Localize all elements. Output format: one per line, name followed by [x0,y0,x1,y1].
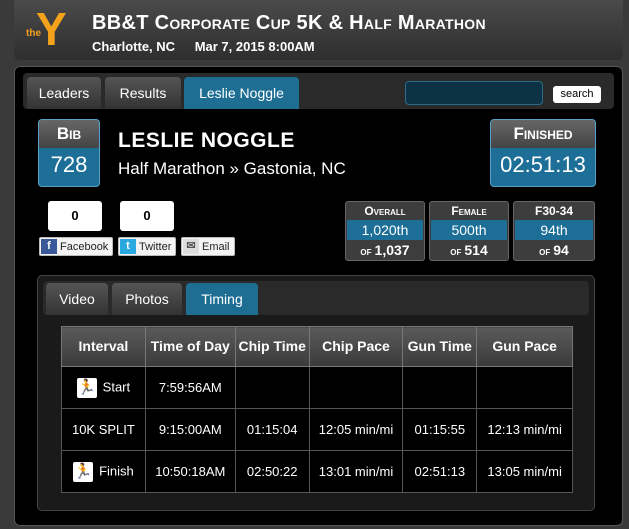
col-chip-time: Chip Time [234,326,310,367]
rank-total: 94 [553,242,569,258]
rank-of-label: of [539,244,551,258]
event-subtitle: Charlotte, NC Mar 7, 2015 8:00AM [92,39,331,54]
gun-time-cell: 01:15:55 [402,408,478,451]
rank-total-row: of 1,037 [346,240,424,260]
rank-label: Female [451,204,487,218]
runner-icon: 🏃 [73,461,94,482]
bib-badge: Bib 728 [38,119,100,187]
rank-total-row: of 94 [514,240,594,260]
logo-letter: Y [36,3,67,55]
email-share-button[interactable]: ✉ Email [181,237,235,256]
facebook-count: 0 [48,201,102,231]
rank-division: F30-34 94th of 94 [513,201,595,261]
rank-overall: Overall 1,020th of 1,037 [345,201,425,261]
rank-place: 500th [431,220,507,240]
ymca-logo: the Y [20,6,82,54]
search-input[interactable] [405,81,543,105]
finished-label: Finished [491,120,595,148]
rank-place: 1,020th [347,220,423,240]
rank-total: 514 [464,242,488,258]
rank-of-label: of [450,244,462,258]
interval-label: Start [102,378,131,394]
chip-time-cell: 02:50:22 [234,450,310,493]
tab-runner[interactable]: Leslie Noggle [184,77,299,109]
gun-time-cell [402,366,478,409]
tab-video[interactable]: Video [46,283,108,315]
rank-label: Overall [364,204,406,218]
event-datetime: Mar 7, 2015 8:00AM [194,39,315,54]
twitter-label: Twitter [139,241,172,253]
event-title: BB&T Corporate Cup 5K & Half Marathon [92,12,486,34]
tab-photos[interactable]: Photos [112,283,182,315]
event-location: Charlotte, NC [92,39,176,54]
bib-label: Bib [39,120,99,148]
twitter-share-button[interactable]: t Twitter [118,237,176,256]
rank-total: 1,037 [374,242,410,258]
col-time-of-day: Time of Day [144,326,236,367]
main-tabs: Leaders Results Leslie Noggle search [23,73,614,109]
chip-pace-cell: 12:05 min/mi [308,408,404,451]
runner-icon: 🏃 [76,377,97,398]
chip-pace-cell: 13:01 min/mi [308,450,404,493]
timing-header-row: Interval Time of Day Chip Time Chip Pace… [61,326,573,367]
interval-label: Finish [99,462,134,478]
envelope-icon: ✉ [183,239,199,254]
time-of-day-cell: 10:50:18AM [144,450,236,493]
event-header: the Y BB&T Corporate Cup 5K & Half Marat… [14,0,623,60]
rank-total-row: of 514 [430,240,508,260]
rank-label: F30-34 [534,204,574,218]
table-row: 10K SPLIT 9:15:00AM 01:15:04 12:05 min/m… [61,408,573,451]
table-row: 🏃 Finish 10:50:18AM 02:50:22 13:01 min/mi… [61,450,573,493]
tab-results[interactable]: Results [105,77,181,109]
rank-place: 94th [515,220,593,240]
runner-race: Half Marathon » Gastonia, NC [118,159,346,178]
interval-cell: 🏃 Start [61,366,146,409]
timing-table: Interval Time of Day Chip Time Chip Pace… [61,326,573,493]
chip-pace-cell [308,366,404,409]
facebook-share-button[interactable]: f Facebook [39,237,113,256]
interval-cell: 10K SPLIT [61,408,146,451]
bib-number: 728 [50,152,88,177]
details-tabs: Video Photos Timing [43,281,589,315]
finish-time: 02:51:13 [500,152,586,177]
email-label: Email [202,241,230,253]
interval-label: 10K SPLIT [71,422,135,437]
details-section: Video Photos Timing Interval Time of Day… [37,275,595,511]
col-interval: Interval [61,326,146,367]
facebook-icon: f [41,239,57,254]
rank-female: Female 500th of 514 [429,201,509,261]
facebook-label: Facebook [60,241,109,253]
table-row: 🏃 Start 7:59:56AM [61,366,573,409]
col-chip-pace: Chip Pace [308,326,404,367]
twitter-count: 0 [120,201,174,231]
gun-time-cell: 02:51:13 [402,450,478,493]
finished-badge: Finished 02:51:13 [490,119,596,187]
time-of-day-cell: 7:59:56AM [144,366,236,409]
gun-pace-cell [476,366,573,409]
col-gun-time: Gun Time [402,326,478,367]
time-of-day-cell: 9:15:00AM [144,408,236,451]
gun-pace-cell: 13:05 min/mi [476,450,573,493]
chip-time-cell [234,366,310,409]
runner-name: LESLIE NOGGLE [118,129,295,152]
results-panel: Leaders Results Leslie Noggle search Bib… [14,66,623,526]
interval-cell: 🏃 Finish [61,450,146,493]
search-button[interactable]: search [553,86,601,103]
col-gun-pace: Gun Pace [476,326,573,367]
page: the Y BB&T Corporate Cup 5K & Half Marat… [0,0,629,529]
tab-timing[interactable]: Timing [186,283,258,315]
rank-of-label: of [360,244,372,258]
chip-time-cell: 01:15:04 [234,408,310,451]
twitter-icon: t [120,239,136,254]
gun-pace-cell: 12:13 min/mi [476,408,573,451]
tab-leaders[interactable]: Leaders [27,77,101,109]
